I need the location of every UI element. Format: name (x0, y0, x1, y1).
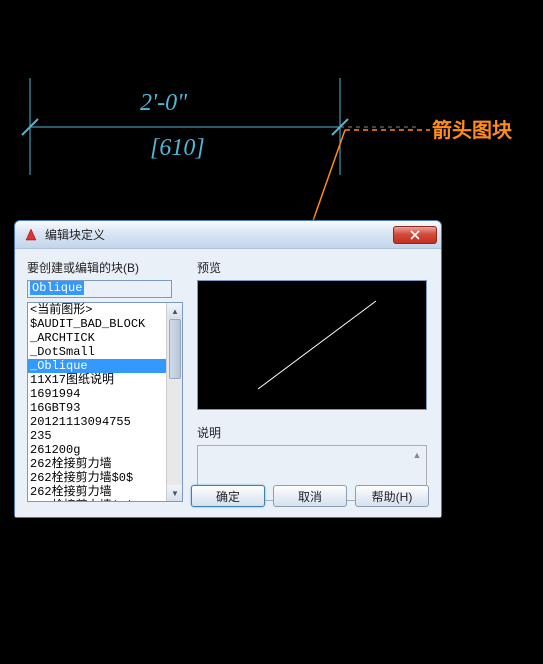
cancel-button[interactable]: 取消 (273, 485, 347, 507)
list-item[interactable]: 262栓接剪力墙$0$ (28, 471, 168, 485)
list-item[interactable]: 1691994 (28, 387, 168, 401)
dimension-primary: 2'-0" (140, 90, 187, 117)
dialog-body: 要创建或编辑的块(B) Oblique <当前图形>$AUDIT_BAD_BLO… (15, 249, 441, 517)
list-item[interactable]: 235 (28, 429, 168, 443)
help-button[interactable]: 帮助(H) (355, 485, 429, 507)
list-item[interactable]: _DotSmall (28, 345, 168, 359)
list-item[interactable]: 262栓接剪力墙$0$ (28, 499, 168, 502)
annotation-label: 箭头图块 (432, 114, 512, 143)
scroll-down-button[interactable]: ▼ (167, 485, 183, 501)
edit-block-dialog: 编辑块定义 要创建或编辑的块(B) Oblique <当前图形>$AUDIT_B… (14, 220, 442, 518)
listbox-scrollbar[interactable]: ▲ ▼ (166, 303, 182, 501)
block-listbox[interactable]: <当前图形>$AUDIT_BAD_BLOCK_ARCHTICK_DotSmall… (27, 302, 183, 502)
list-item[interactable]: 261200g (28, 443, 168, 457)
cad-drawing-area: 2'-0" [610] 箭头图块 (0, 0, 543, 220)
list-item[interactable]: 16GBT93 (28, 401, 168, 415)
description-label: 说明 (197, 424, 429, 441)
block-name-input[interactable]: Oblique (27, 280, 172, 298)
list-item[interactable]: 262栓接剪力墙 (28, 485, 168, 499)
scroll-thumb[interactable] (169, 319, 181, 379)
dialog-titlebar[interactable]: 编辑块定义 (15, 221, 441, 249)
list-item[interactable]: 11X17图纸说明 (28, 373, 168, 387)
dimension-secondary: [610] (150, 135, 205, 162)
list-item[interactable]: _ARCHTICK (28, 331, 168, 345)
block-name-label: 要创建或编辑的块(B) (27, 259, 187, 276)
preview-box (197, 280, 427, 410)
list-item[interactable]: _Oblique (28, 359, 168, 373)
close-button[interactable] (393, 226, 437, 244)
list-item[interactable]: <当前图形> (28, 303, 168, 317)
dialog-title: 编辑块定义 (45, 226, 393, 243)
list-item[interactable]: 20121113094755 (28, 415, 168, 429)
preview-label: 预览 (197, 259, 429, 276)
app-icon (23, 227, 39, 243)
list-item[interactable]: 262栓接剪力墙 (28, 457, 168, 471)
list-item[interactable]: $AUDIT_BAD_BLOCK (28, 317, 168, 331)
ok-button[interactable]: 确定 (191, 485, 265, 507)
scroll-up-button[interactable]: ▲ (167, 303, 183, 319)
desc-scroll-up[interactable]: ▲ (410, 448, 424, 462)
